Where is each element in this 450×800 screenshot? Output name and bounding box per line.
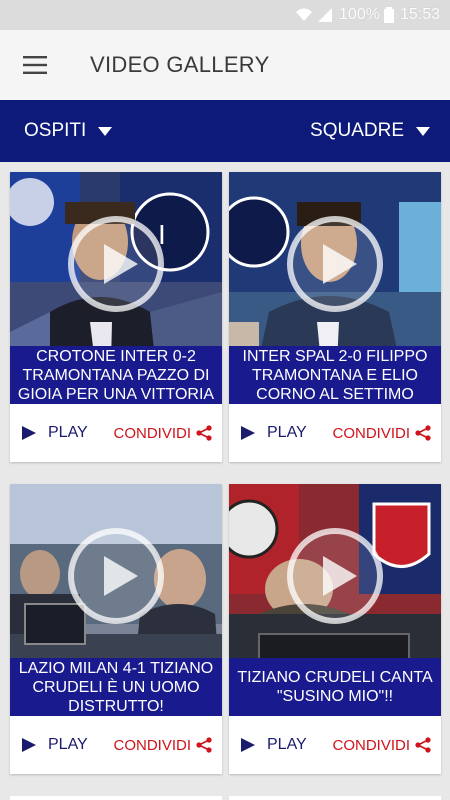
- filter-squadre-label: SQUADRE: [310, 120, 404, 141]
- play-icon: [22, 426, 36, 440]
- video-grid: I CROTONE INTER 0-2 TRAMONTANA PAZZO DI …: [0, 162, 450, 800]
- play-circle-icon: [68, 528, 164, 624]
- caret-down-icon: [416, 126, 430, 136]
- caret-down-icon: [98, 126, 113, 136]
- video-caption: TIZIANO CRUDELI CANTA "SUSINO MIO"!!: [229, 658, 441, 716]
- play-button[interactable]: PLAY: [22, 736, 88, 754]
- video-thumbnail[interactable]: TIZIANO CRUDELI CANTA "SUSINO MIO"!!: [229, 484, 441, 716]
- status-bar: 100% 15:53: [0, 0, 450, 30]
- battery-percent: 100%: [339, 6, 380, 23]
- filter-bar: OSPITI SQUADRE: [0, 100, 450, 162]
- share-icon: [196, 737, 212, 753]
- share-icon: [415, 737, 431, 753]
- filter-squadre-dropdown[interactable]: SQUADRE: [310, 120, 430, 142]
- card-actions: PLAY CONDIVIDI: [229, 716, 441, 774]
- play-label: PLAY: [48, 424, 88, 441]
- play-button[interactable]: PLAY: [241, 736, 307, 754]
- video-caption: CROTONE INTER 0-2 TRAMONTANA PAZZO DI GI…: [10, 346, 222, 404]
- play-icon: [241, 426, 255, 440]
- share-label: CONDIVIDI: [113, 736, 191, 754]
- share-button[interactable]: CONDIVIDI: [113, 737, 212, 754]
- page-title: VIDEO GALLERY: [90, 52, 270, 77]
- app-bar: VIDEO GALLERY: [0, 30, 450, 100]
- play-label: PLAY: [48, 736, 88, 753]
- play-icon: [22, 738, 36, 752]
- card-actions: PLAY CONDIVIDI: [10, 404, 222, 462]
- video-card: I CROTONE INTER 0-2 TRAMONTANA PAZZO DI …: [10, 172, 222, 462]
- video-card: TIZIANO CRUDELI CANTA "SUSINO MIO"!! PLA…: [229, 484, 441, 774]
- hamburger-menu-icon: [23, 56, 47, 74]
- clock: 15:53: [399, 6, 440, 23]
- video-thumbnail[interactable]: LAZIO MILAN 4-1 TIZIANO CRUDELI È UN UOM…: [10, 484, 222, 716]
- share-label: CONDIVIDI: [332, 736, 410, 754]
- signal-icon: [318, 8, 333, 22]
- card-actions: PLAY CONDIVIDI: [229, 404, 441, 462]
- share-label: CONDIVIDI: [332, 424, 410, 442]
- play-circle-icon: [287, 528, 383, 624]
- play-button[interactable]: PLAY: [241, 424, 307, 442]
- card-actions: PLAY CONDIVIDI: [10, 716, 222, 774]
- play-label: PLAY: [267, 736, 307, 753]
- video-thumbnail[interactable]: I CROTONE INTER 0-2 TRAMONTANA PAZZO DI …: [10, 172, 222, 404]
- play-circle-icon: [68, 216, 164, 312]
- wifi-icon: [296, 8, 313, 21]
- video-card-partial: [10, 796, 222, 800]
- share-button[interactable]: CONDIVIDI: [113, 425, 212, 442]
- share-label: CONDIVIDI: [113, 424, 191, 442]
- share-icon: [196, 425, 212, 441]
- video-thumbnail[interactable]: INTER SPAL 2-0 FILIPPO TRAMONTANA E ELIO…: [229, 172, 441, 404]
- play-button[interactable]: PLAY: [22, 424, 88, 442]
- play-icon: [241, 738, 255, 752]
- video-caption: LAZIO MILAN 4-1 TIZIANO CRUDELI È UN UOM…: [10, 658, 222, 716]
- share-button[interactable]: CONDIVIDI: [332, 425, 431, 442]
- video-card: LAZIO MILAN 4-1 TIZIANO CRUDELI È UN UOM…: [10, 484, 222, 774]
- video-caption: INTER SPAL 2-0 FILIPPO TRAMONTANA E ELIO…: [229, 346, 441, 404]
- battery-icon: [383, 7, 394, 23]
- play-label: PLAY: [267, 424, 307, 441]
- play-circle-icon: [287, 216, 383, 312]
- filter-ospiti-dropdown[interactable]: OSPITI: [24, 120, 113, 142]
- video-card: INTER SPAL 2-0 FILIPPO TRAMONTANA E ELIO…: [229, 172, 441, 462]
- menu-button[interactable]: [0, 30, 70, 100]
- filter-ospiti-label: OSPITI: [24, 120, 87, 141]
- share-icon: [415, 425, 431, 441]
- video-card-partial: [229, 796, 441, 800]
- share-button[interactable]: CONDIVIDI: [332, 737, 431, 754]
